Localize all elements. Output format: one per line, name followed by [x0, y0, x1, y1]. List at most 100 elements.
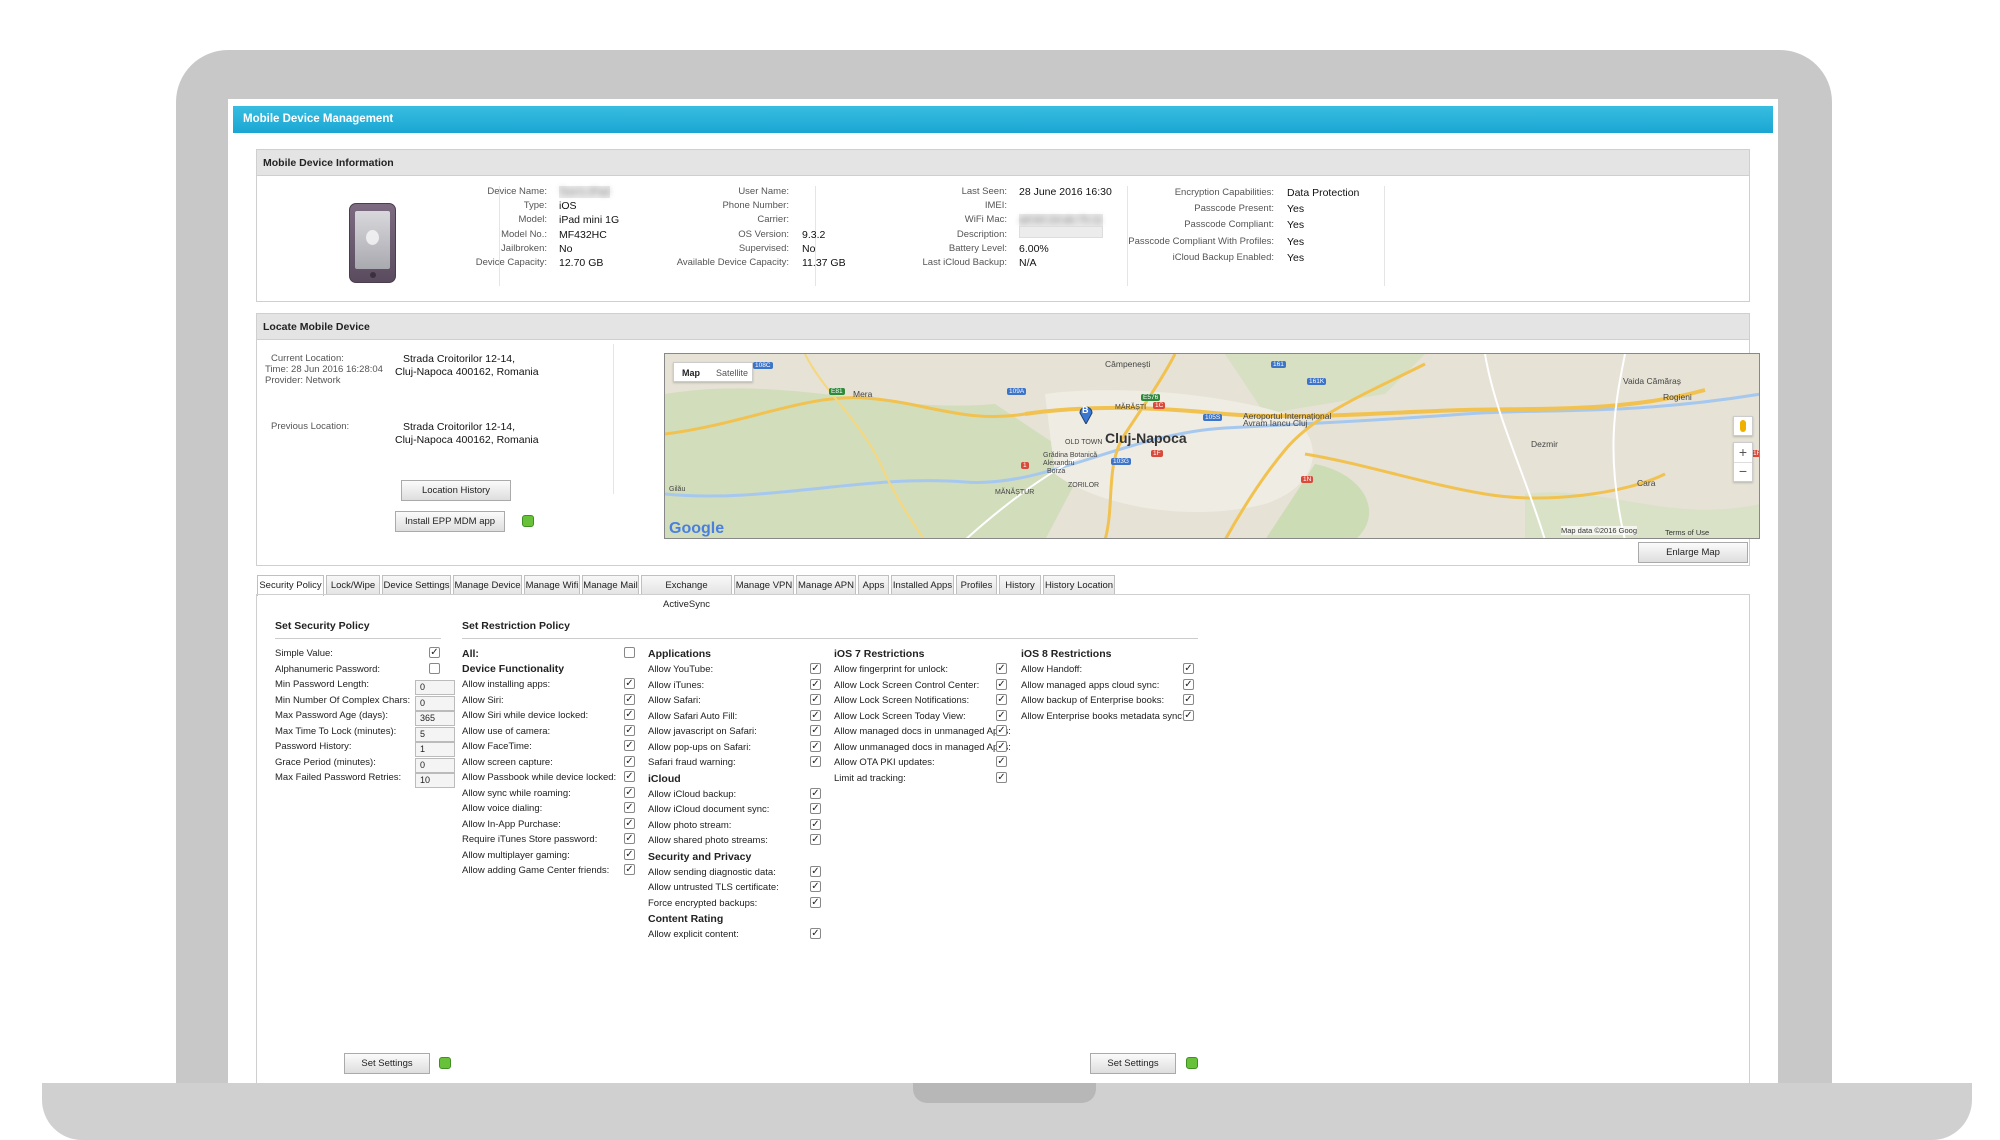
restriction-checkbox[interactable]: ✓ — [810, 740, 821, 752]
restriction-checkbox[interactable]: ✓ — [1183, 663, 1194, 674]
restriction-checkbox[interactable]: ✓ — [624, 709, 635, 720]
device-field-value: Yes — [1287, 203, 1305, 216]
policy-field-input[interactable]: 10 — [415, 773, 455, 788]
restriction-checkbox[interactable]: ✓ — [810, 881, 821, 892]
tab-history[interactable]: History — [999, 575, 1041, 595]
restriction-label: Allow pop-ups on Safari: — [648, 741, 751, 753]
policy-field-input[interactable]: 1 — [415, 742, 455, 757]
tab-history-location[interactable]: History Location — [1043, 575, 1115, 595]
restriction-checkbox[interactable]: ✓ — [624, 755, 635, 767]
restriction-checkbox[interactable]: ✓ — [996, 694, 1007, 705]
restriction-label: Allow multiplayer gaming: — [462, 849, 570, 861]
restriction-checkbox[interactable]: ✓ — [624, 678, 635, 689]
policy-field-label: Min Number Of Complex Chars: — [275, 694, 411, 706]
set-security-settings-button[interactable]: Set Settings — [344, 1053, 430, 1074]
restriction-checkbox[interactable]: ✓ — [810, 865, 821, 877]
map-place-label: Mera — [853, 389, 873, 399]
tab-manage-mail[interactable]: Manage Mail — [582, 575, 639, 595]
all-restrictions-checkbox[interactable] — [624, 647, 635, 658]
google-logo[interactable]: Google — [669, 520, 724, 538]
restriction-checkbox[interactable]: ✓ — [624, 693, 635, 705]
restriction-checkbox[interactable]: ✓ — [624, 864, 635, 875]
restriction-checkbox[interactable]: ✓ — [1183, 678, 1194, 690]
restriction-checkbox[interactable]: ✓ — [624, 724, 635, 736]
restriction-settings-indicator — [1186, 1057, 1198, 1069]
restriction-checkbox[interactable]: ✓ — [810, 787, 821, 799]
tab-manage-wifi[interactable]: Manage Wifi — [524, 575, 580, 595]
restriction-checkbox[interactable]: ✓ — [810, 803, 821, 814]
restriction-checkbox[interactable]: ✓ — [810, 896, 821, 908]
set-restriction-settings-button[interactable]: Set Settings — [1090, 1053, 1176, 1074]
restriction-label: Allow In-App Purchase: — [462, 818, 561, 830]
satellite-tab[interactable]: Satellite — [716, 368, 748, 378]
restriction-checkbox[interactable]: ✓ — [624, 802, 635, 813]
zoom-out-button[interactable]: − — [1734, 463, 1752, 482]
tab-apps[interactable]: Apps — [858, 575, 889, 595]
restriction-label: Allow shared photo streams: — [648, 835, 768, 846]
restriction-checkbox[interactable]: ✓ — [996, 771, 1007, 783]
tab-manage-device[interactable]: Manage Device — [453, 575, 522, 595]
tab-profiles[interactable]: Profiles — [956, 575, 997, 595]
tab-lock-wipe[interactable]: Lock/Wipe — [326, 575, 380, 595]
zoom-in-button[interactable]: + — [1734, 443, 1752, 463]
location-marker-icon[interactable]: B — [1079, 404, 1093, 426]
restriction-checkbox[interactable]: ✓ — [1183, 709, 1194, 721]
restriction-checkbox[interactable]: ✓ — [810, 834, 821, 845]
restriction-checkbox[interactable]: ✓ — [810, 928, 821, 939]
install-epp-mdm-button[interactable]: Install EPP MDM app — [395, 511, 505, 532]
restriction-checkbox[interactable]: ✓ — [810, 756, 821, 767]
restriction-label: Allow unmanaged docs in managed Apps: — [834, 741, 1011, 753]
location-map[interactable]: Map Satellite Câmpenești Vaida Cămăraș Mer… — [664, 353, 1760, 539]
restriction-checkbox[interactable]: ✓ — [624, 786, 635, 798]
restriction-checkbox[interactable]: ✓ — [810, 709, 821, 721]
restriction-checkbox[interactable]: ✓ — [996, 709, 1007, 721]
restriction-checkbox[interactable]: ✓ — [1183, 694, 1194, 705]
device-functionality-heading: Device Functionality — [462, 663, 565, 675]
restriction-checkbox[interactable]: ✓ — [624, 771, 635, 782]
restriction-label: Allow Lock Screen Control Center: — [834, 679, 980, 691]
location-history-button[interactable]: Location History — [401, 480, 511, 501]
policy-field-input[interactable]: 0 — [415, 757, 455, 773]
restriction-checkbox[interactable]: ✓ — [624, 848, 635, 860]
policy-field-input[interactable]: 5 — [415, 726, 455, 742]
restriction-label: Allow Handoff: — [1021, 664, 1083, 675]
map-canvas — [665, 354, 1759, 538]
tab-manage-vpn[interactable]: Manage VPN — [734, 575, 794, 595]
restriction-checkbox[interactable]: ✓ — [996, 678, 1007, 690]
alphanumeric-password-checkbox[interactable] — [429, 662, 440, 674]
pegman-icon[interactable] — [1733, 416, 1753, 436]
previous-location-label: Previous Location: — [271, 421, 350, 432]
restriction-label: Allow Siri while device locked: — [462, 710, 589, 721]
simple-value-checkbox[interactable]: ✓ — [429, 647, 440, 658]
set-restriction-policy-title: Set Restriction Policy — [462, 620, 570, 632]
restriction-checkbox[interactable]: ✓ — [996, 725, 1007, 736]
location-marker-label: B — [1082, 405, 1089, 415]
restriction-checkbox[interactable]: ✓ — [624, 740, 635, 751]
policy-field-input[interactable]: 365 — [415, 711, 455, 726]
restriction-checkbox[interactable]: ✓ — [810, 725, 821, 736]
tab-security-policy[interactable]: Security Policy — [257, 575, 324, 596]
tab-device-settings[interactable]: Device Settings — [382, 575, 451, 595]
tab-manage-apn[interactable]: Manage APN — [796, 575, 856, 595]
policy-field-input[interactable]: 0 — [415, 695, 455, 711]
restriction-checkbox[interactable]: ✓ — [810, 678, 821, 690]
restriction-checkbox[interactable]: ✓ — [996, 740, 1007, 752]
map-tab[interactable]: Map — [682, 368, 700, 378]
restriction-checkbox[interactable]: ✓ — [810, 694, 821, 705]
map-road-shield: 108C — [753, 362, 773, 369]
restriction-checkbox[interactable]: ✓ — [810, 663, 821, 674]
restriction-checkbox[interactable]: ✓ — [810, 818, 821, 830]
policy-field-input[interactable]: 0 — [415, 680, 455, 695]
restriction-label: Allow FaceTime: — [462, 741, 532, 752]
restriction-checkbox[interactable]: ✓ — [624, 817, 635, 829]
map-terms-link[interactable]: Terms of Use — [1665, 528, 1709, 537]
map-road-shield: 1F — [1151, 450, 1163, 457]
tab-installed-apps[interactable]: Installed Apps — [891, 575, 954, 595]
restriction-checkbox[interactable]: ✓ — [996, 663, 1007, 674]
enlarge-map-button[interactable]: Enlarge Map — [1638, 542, 1748, 563]
restriction-checkbox[interactable]: ✓ — [624, 833, 635, 844]
restriction-checkbox[interactable]: ✓ — [996, 756, 1007, 767]
map-road-shield: 109A — [1007, 388, 1027, 395]
map-type-control[interactable]: Map Satellite — [673, 362, 753, 382]
tab-exchange-activesync[interactable]: Exchange ActiveSync — [641, 575, 732, 610]
